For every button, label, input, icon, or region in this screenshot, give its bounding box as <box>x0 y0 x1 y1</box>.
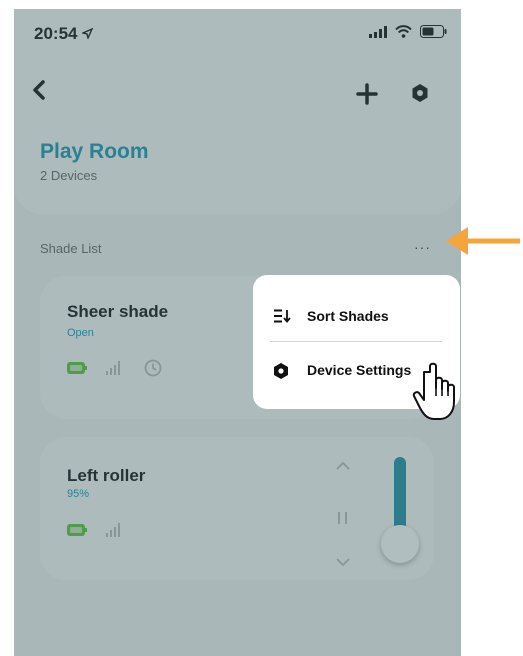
menu-divider <box>270 341 442 342</box>
annotation-arrow-icon <box>446 227 520 255</box>
sort-icon <box>274 309 291 323</box>
menu-item-label: Sort Shades <box>307 308 389 324</box>
menu-item-label: Device Settings <box>307 362 412 378</box>
menu-item-sort-shades[interactable]: Sort Shades <box>253 291 460 339</box>
hand-cursor-icon <box>412 362 455 420</box>
gear-icon <box>274 363 288 379</box>
